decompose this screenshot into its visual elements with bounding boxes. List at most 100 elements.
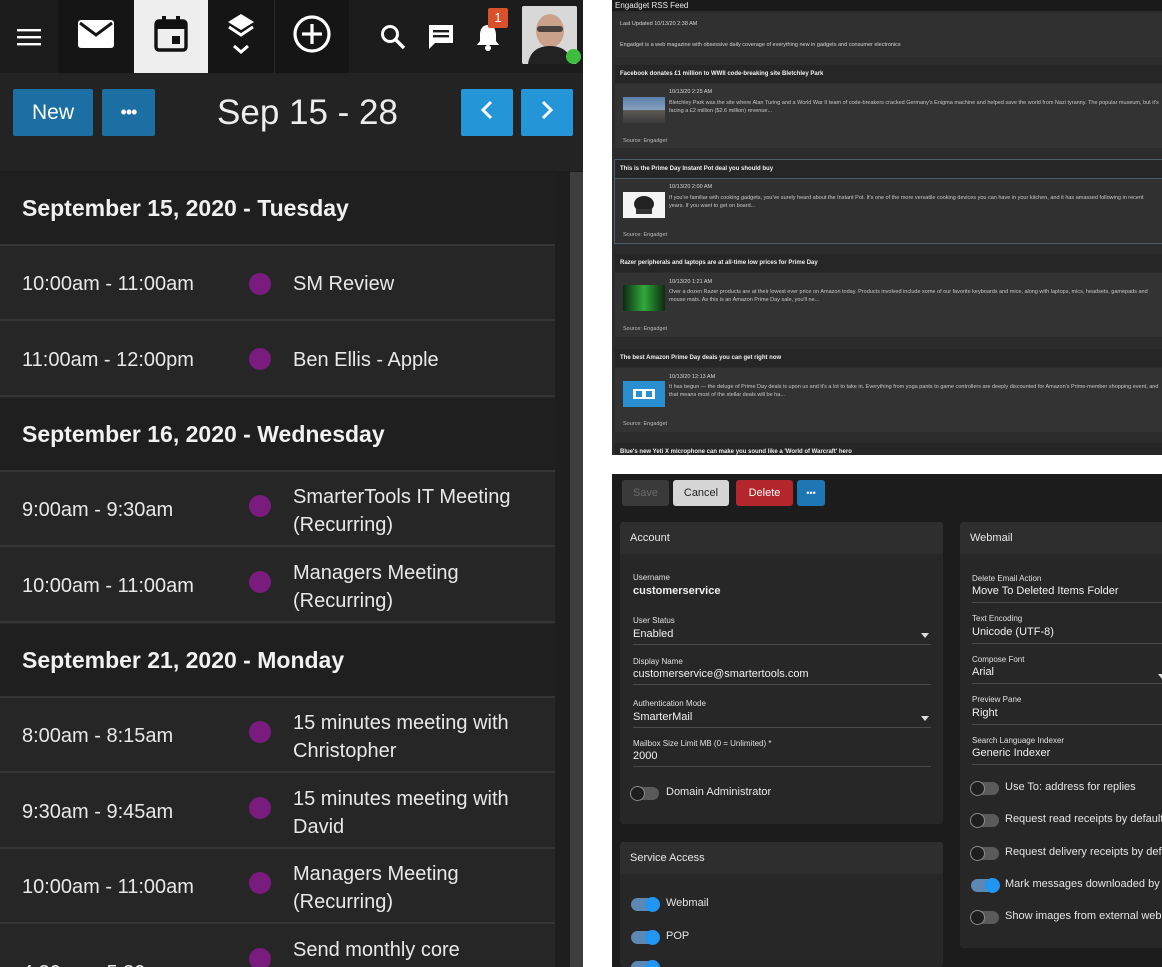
rss-item[interactable]: 10/13/20 2:00 AM If you're familiar with… [614,178,1162,244]
field-label: Text Encoding [972,614,1023,623]
mailbox-size-field[interactable]: 2000 [633,750,657,762]
text-encoding-select[interactable]: Unicode (UTF-8) [972,626,1054,638]
date-range-title: Sep 15 - 28 [217,93,398,132]
tab-mail[interactable] [58,0,134,73]
field-label: Mailbox Size Limit MB (0 = Unlimited) * [633,739,772,748]
rss-item-headline[interactable]: Facebook donates £1 million to WWII code… [615,65,1162,83]
toggle-label: Request delivery receipts by default [1005,846,1162,858]
rss-feed-title: Engadget RSS Feed [612,0,1162,11]
rss-item-body: Bletchley Park was the site where Alan T… [669,100,1159,114]
delete-button[interactable]: Delete [736,480,793,506]
event-title: SM Review [293,273,395,295]
rss-thumbnail [623,381,665,407]
online-status-indicator [566,49,581,64]
read-receipts-toggle[interactable] [970,813,999,828]
event-row[interactable]: 8:00am - 8:15am 15 minutes meeting with … [0,699,555,773]
rss-item-source: Source: Engadget [623,138,668,144]
event-row[interactable]: 4:30pm - 5:30pm Send monthly core [0,926,555,967]
tab-layers[interactable] [208,0,274,73]
mail-icon [77,19,115,54]
event-row[interactable]: 9:00am - 9:30am SmarterTools IT Meeting … [0,473,555,547]
search-icon[interactable] [377,0,409,73]
event-row[interactable]: 10:00am - 11:00am SM Review [0,247,555,321]
field-label: Search Language Indexer [972,736,1065,745]
hamburger-icon[interactable] [0,0,58,73]
event-color-dot [249,348,271,370]
rss-item-headline[interactable]: Razer peripherals and laptops are at all… [615,254,1162,272]
field-label: Username [633,573,670,582]
chevron-down-icon [921,633,929,638]
toggle-label: Webmail [666,897,709,909]
event-color-dot [249,872,271,894]
rss-item[interactable]: 10/13/20 2:25 AM Bletchley Park was the … [615,84,1162,148]
display-name-field[interactable]: customerservice@smartertools.com [633,668,809,680]
calendar-icon [154,16,188,57]
toggle-label: Domain Administrator [666,786,772,798]
delivery-receipts-toggle[interactable] [970,846,999,861]
event-time: 10:00am - 11:00am [22,273,194,295]
event-time: 9:00am - 9:30am [22,499,174,521]
rss-feed-info: Last Updated 10/13/20 2:38 AM Engadget i… [615,13,1162,57]
cancel-button[interactable]: Cancel [673,480,729,506]
event-row[interactable]: 11:00am - 12:00pm Ben Ellis - Apple [0,323,555,397]
rss-item-body: It has begun — the deluge of Prime Day d… [669,384,1159,398]
previous-button[interactable] [461,89,513,136]
card-title: Account [620,522,943,554]
event-row[interactable]: 9:30am - 9:45am 15 minutes meeting with … [0,775,555,849]
top-nav-bar: 1 [0,0,583,73]
username-field[interactable]: customerservice [633,585,720,597]
event-title: Managers Meeting (Recurring) [293,863,459,913]
toggle-label: Show images from external web [1005,910,1162,922]
delete-email-action-select[interactable]: Move To Deleted Items Folder [972,585,1119,597]
toggle-label: Mark messages downloaded by [1005,878,1160,890]
search-indexer-select[interactable]: Generic Indexer [972,747,1050,759]
day-header: September 16, 2020 - Wednesday [0,398,555,472]
tab-add[interactable] [275,0,349,73]
rss-item-headline[interactable]: Blue's new Yeti X microphone can make yo… [615,443,1162,455]
webmail-toggle[interactable] [631,897,660,912]
save-button[interactable]: Save [622,480,669,506]
rss-item-date: 10/13/20 2:25 AM [669,89,713,95]
more-options-button[interactable]: ••• [102,89,155,136]
preview-pane-select[interactable]: Right [972,707,998,719]
event-color-dot [249,495,271,517]
rss-item[interactable]: 10/13/20 1:21 AM Over a dozen Razer prod… [615,273,1162,337]
field-label: Preview Pane [972,695,1022,704]
tab-calendar[interactable] [134,0,208,73]
event-row[interactable]: 10:00am - 11:00am Managers Meeting (Recu… [0,549,555,623]
rss-item-source: Source: Engadget [623,326,668,332]
rss-feed-panel: Engadget RSS Feed Last Updated 10/13/20 … [612,0,1162,455]
rss-item-body: Over a dozen Razer products are at their… [669,289,1148,303]
rss-item[interactable]: 10/13/20 12:13 AM It has begun — the del… [615,368,1162,432]
next-button[interactable] [521,89,573,136]
layers-icon [226,12,256,61]
new-button[interactable]: New [13,89,93,136]
rss-item-headline[interactable]: The best Amazon Prime Day deals you can … [615,349,1162,367]
event-title: Send monthly core [293,939,460,961]
agenda-list: September 15, 2020 - Tuesday 10:00am - 1… [0,172,555,967]
toggle-label: Use To: address for replies [1005,781,1136,793]
toggle-label: Request read receipts by default [1005,813,1162,825]
field-label: Compose Font [972,655,1025,664]
event-row[interactable]: 10:00am - 11:00am Managers Meeting (Recu… [0,850,555,924]
event-color-dot [249,948,271,967]
scrollbar[interactable] [570,172,583,967]
event-title: SmarterTools IT Meeting (Recurring) [293,486,511,536]
rss-item-headline[interactable]: This is the Prime Day Instant Pot deal y… [614,159,1162,179]
event-time: 4:30pm - 5:30pm [22,936,173,967]
compose-font-select[interactable]: Arial [972,666,994,678]
use-to-address-toggle[interactable] [970,781,999,796]
imap-toggle[interactable] [631,960,660,967]
day-header: September 21, 2020 - Monday [0,624,555,698]
domain-admin-toggle[interactable] [630,786,659,801]
pop-toggle[interactable] [631,930,660,945]
more-options-button[interactable]: ••• [797,480,825,506]
authentication-mode-select[interactable]: SmarterMail [633,711,692,723]
rss-item-date: 10/13/20 1:21 AM [669,279,713,285]
chat-icon[interactable] [424,0,458,73]
show-images-toggle[interactable] [970,910,999,925]
event-time: 8:00am - 8:15am [22,725,174,747]
user-status-select[interactable]: Enabled [633,628,673,640]
mark-downloaded-toggle[interactable] [971,878,1000,893]
event-title: 15 minutes meeting with Christopher [293,712,509,762]
